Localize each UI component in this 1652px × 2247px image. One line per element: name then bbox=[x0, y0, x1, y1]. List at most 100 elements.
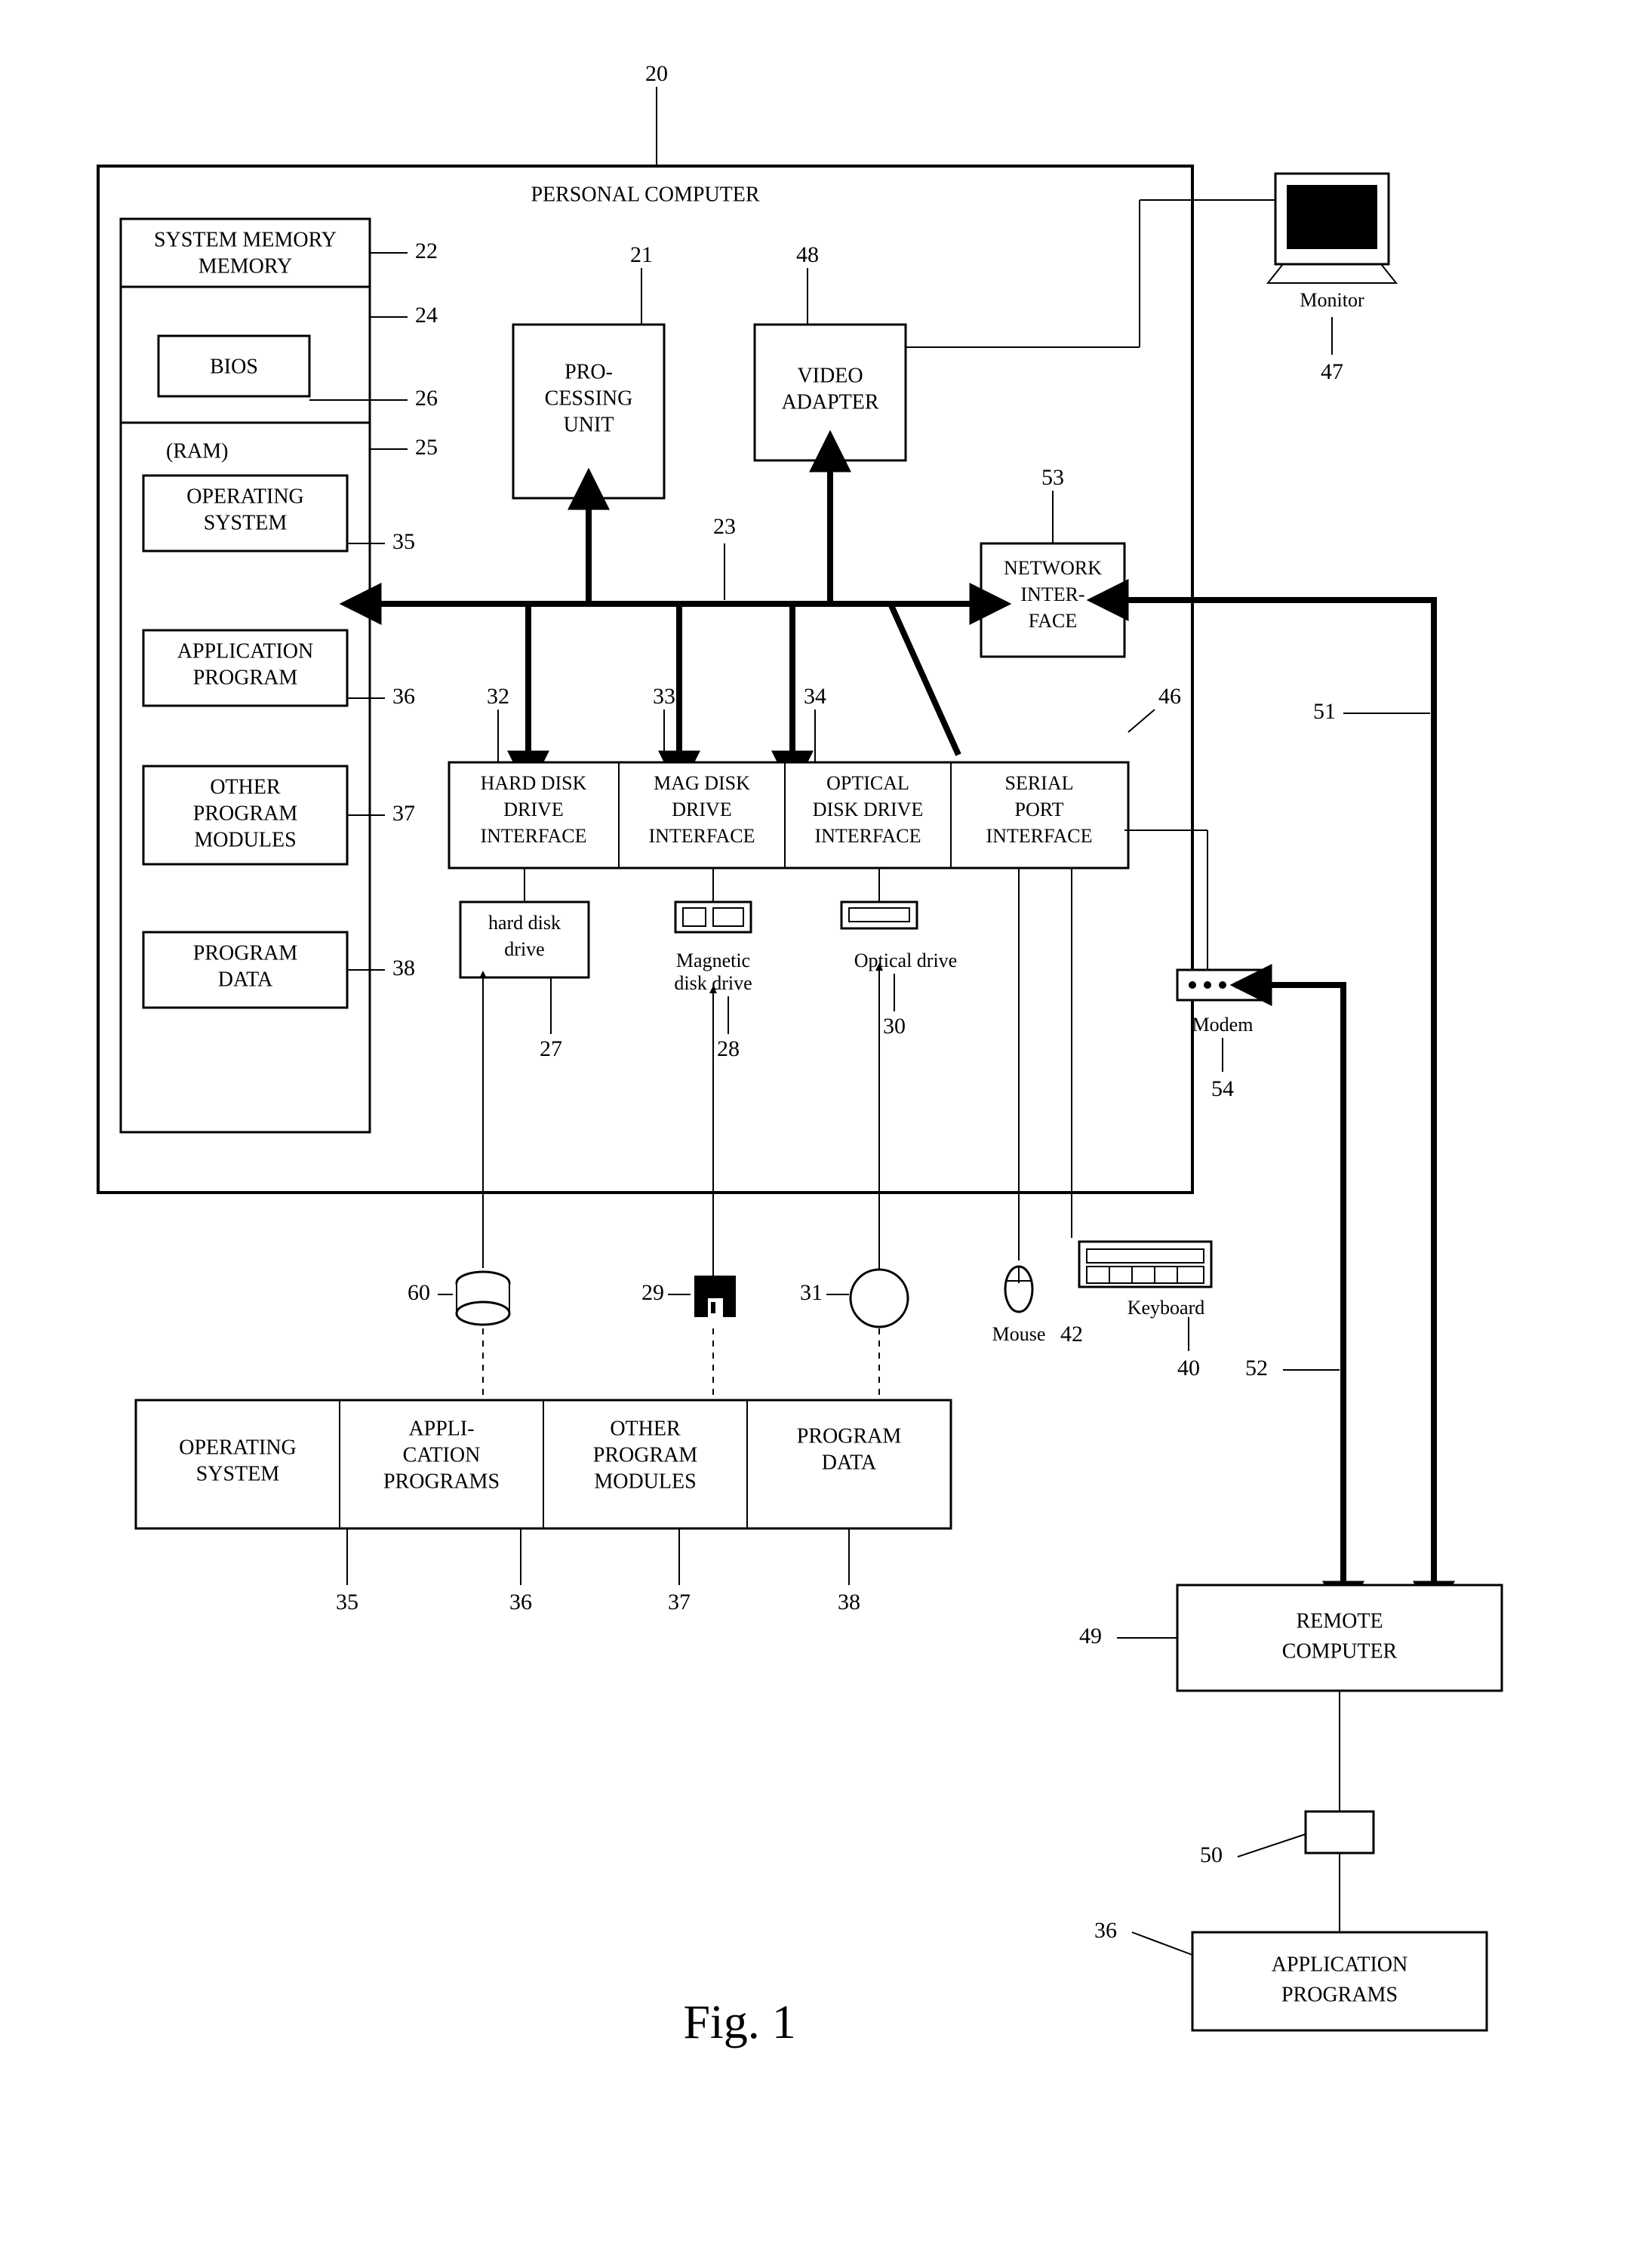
ref-25: 25 bbox=[415, 435, 438, 460]
ref-27: 27 bbox=[540, 1036, 562, 1061]
keyboard-label: Keyboard bbox=[1127, 1297, 1205, 1319]
svg-text:MODULES: MODULES bbox=[194, 828, 296, 851]
svg-text:NETWORK: NETWORK bbox=[1004, 557, 1102, 579]
svg-text:SERIAL: SERIAL bbox=[1005, 772, 1074, 794]
ref-36c: 36 bbox=[1094, 1918, 1117, 1943]
diagram-canvas: PERSONAL COMPUTER 20 SYSTEM MEMORY MEMOR… bbox=[0, 0, 1652, 2247]
svg-text:DATA: DATA bbox=[822, 1451, 877, 1474]
ref-32: 32 bbox=[487, 684, 509, 709]
ref-21: 21 bbox=[630, 242, 653, 267]
svg-text:drive: drive bbox=[504, 938, 544, 960]
ref-42: 42 bbox=[1060, 1322, 1083, 1347]
svg-text:HARD DISK: HARD DISK bbox=[481, 772, 587, 794]
svg-text:INTERFACE: INTERFACE bbox=[480, 825, 586, 847]
modem-icon bbox=[1177, 970, 1268, 1000]
ref-22: 22 bbox=[415, 239, 438, 263]
svg-text:MODULES: MODULES bbox=[594, 1470, 696, 1493]
ref-38: 38 bbox=[392, 956, 415, 980]
svg-text:INTERFACE: INTERFACE bbox=[986, 825, 1092, 847]
ref-60: 60 bbox=[408, 1280, 430, 1305]
ref-33: 33 bbox=[653, 684, 675, 709]
ref-47: 47 bbox=[1321, 359, 1343, 384]
svg-text:PRO-: PRO- bbox=[565, 360, 613, 383]
svg-text:DRIVE: DRIVE bbox=[503, 799, 563, 820]
ref-54: 54 bbox=[1211, 1076, 1234, 1101]
ref-35: 35 bbox=[392, 529, 415, 554]
svg-text:PROGRAM: PROGRAM bbox=[797, 1424, 902, 1448]
svg-text:APPLICATION: APPLICATION bbox=[177, 639, 313, 663]
svg-text:APPLICATION: APPLICATION bbox=[1272, 1953, 1407, 1976]
svg-text:APPLI-: APPLI- bbox=[408, 1417, 474, 1440]
svg-text:DATA: DATA bbox=[218, 968, 273, 991]
mouse-label: Mouse bbox=[992, 1323, 1046, 1345]
bios-label: BIOS bbox=[210, 355, 258, 378]
sysmem-label: SYSTEM MEMORY bbox=[154, 228, 337, 251]
ref-37b: 37 bbox=[668, 1590, 691, 1614]
svg-text:OPERATING: OPERATING bbox=[179, 1436, 297, 1459]
ram-label: (RAM) bbox=[166, 439, 228, 463]
ref-36: 36 bbox=[392, 684, 415, 709]
ref-26: 26 bbox=[415, 386, 438, 411]
pc-title: PERSONAL COMPUTER bbox=[531, 183, 759, 206]
svg-text:CATION: CATION bbox=[403, 1443, 481, 1467]
svg-text:MAG DISK: MAG DISK bbox=[654, 772, 750, 794]
svg-text:PROGRAMS: PROGRAMS bbox=[383, 1470, 500, 1493]
disk-icon bbox=[457, 1272, 509, 1325]
remote-computer-box bbox=[1177, 1585, 1502, 1691]
svg-text:VIDEO: VIDEO bbox=[797, 364, 863, 387]
svg-text:SYSTEM: SYSTEM bbox=[196, 1462, 280, 1485]
ref-34: 34 bbox=[804, 684, 826, 709]
memory-device-box bbox=[1306, 1811, 1374, 1853]
ref-38b: 38 bbox=[838, 1590, 860, 1614]
ref-46: 46 bbox=[1158, 684, 1181, 709]
ref-35b: 35 bbox=[336, 1590, 358, 1614]
ref-31: 31 bbox=[800, 1280, 823, 1305]
ref-20: 20 bbox=[645, 61, 668, 86]
svg-text:OTHER: OTHER bbox=[610, 1417, 681, 1440]
svg-text:ADAPTER: ADAPTER bbox=[781, 390, 878, 414]
keyboard-icon bbox=[1079, 1242, 1211, 1287]
remote-app-box bbox=[1192, 1932, 1487, 2030]
ref-50: 50 bbox=[1200, 1842, 1223, 1867]
optical-drive-icon bbox=[841, 902, 917, 928]
ref-49: 49 bbox=[1079, 1624, 1102, 1648]
monitor-label: Monitor bbox=[1300, 289, 1364, 311]
svg-text:PROGRAMS: PROGRAMS bbox=[1281, 1983, 1398, 2006]
ref-28: 28 bbox=[717, 1036, 740, 1061]
mouse-icon bbox=[1005, 1267, 1032, 1312]
monitor-icon bbox=[1268, 174, 1396, 283]
svg-text:INTER-: INTER- bbox=[1020, 583, 1084, 605]
wan-line bbox=[1268, 985, 1343, 1585]
svg-text:DISK DRIVE: DISK DRIVE bbox=[813, 799, 924, 820]
ref-24: 24 bbox=[415, 303, 438, 328]
svg-text:PROGRAM: PROGRAM bbox=[193, 666, 298, 689]
svg-text:OPTICAL: OPTICAL bbox=[826, 772, 909, 794]
floppy-icon bbox=[694, 1276, 736, 1317]
svg-text:DRIVE: DRIVE bbox=[672, 799, 731, 820]
svg-text:SYSTEM: SYSTEM bbox=[204, 511, 288, 534]
ref-48: 48 bbox=[796, 242, 819, 267]
svg-text:Magnetic: Magnetic bbox=[676, 950, 750, 971]
cd-icon bbox=[851, 1270, 908, 1327]
svg-text:PORT: PORT bbox=[1015, 799, 1064, 820]
modem-label: Modem bbox=[1192, 1014, 1254, 1036]
svg-text:OTHER: OTHER bbox=[210, 775, 281, 799]
svg-text:COMPUTER: COMPUTER bbox=[1282, 1639, 1398, 1663]
svg-text:PROGRAM: PROGRAM bbox=[593, 1443, 698, 1467]
svg-text:FACE: FACE bbox=[1029, 610, 1078, 632]
ref-53: 53 bbox=[1041, 465, 1064, 490]
ref-52: 52 bbox=[1245, 1356, 1268, 1381]
svg-text:REMOTE: REMOTE bbox=[1296, 1609, 1383, 1633]
svg-text:Optical drive: Optical drive bbox=[854, 950, 957, 971]
processing-unit-box bbox=[513, 325, 664, 498]
svg-text:UNIT: UNIT bbox=[564, 413, 614, 436]
ref-51: 51 bbox=[1313, 699, 1336, 724]
svg-text:CESSING: CESSING bbox=[545, 386, 633, 410]
svg-text:PROGRAM: PROGRAM bbox=[193, 802, 298, 825]
ref-23: 23 bbox=[713, 514, 736, 539]
svg-text:INTERFACE: INTERFACE bbox=[814, 825, 921, 847]
svg-text:MEMORY: MEMORY bbox=[198, 254, 292, 278]
svg-text:INTERFACE: INTERFACE bbox=[648, 825, 755, 847]
svg-text:hard disk: hard disk bbox=[488, 912, 561, 934]
svg-text:disk drive: disk drive bbox=[674, 972, 752, 994]
